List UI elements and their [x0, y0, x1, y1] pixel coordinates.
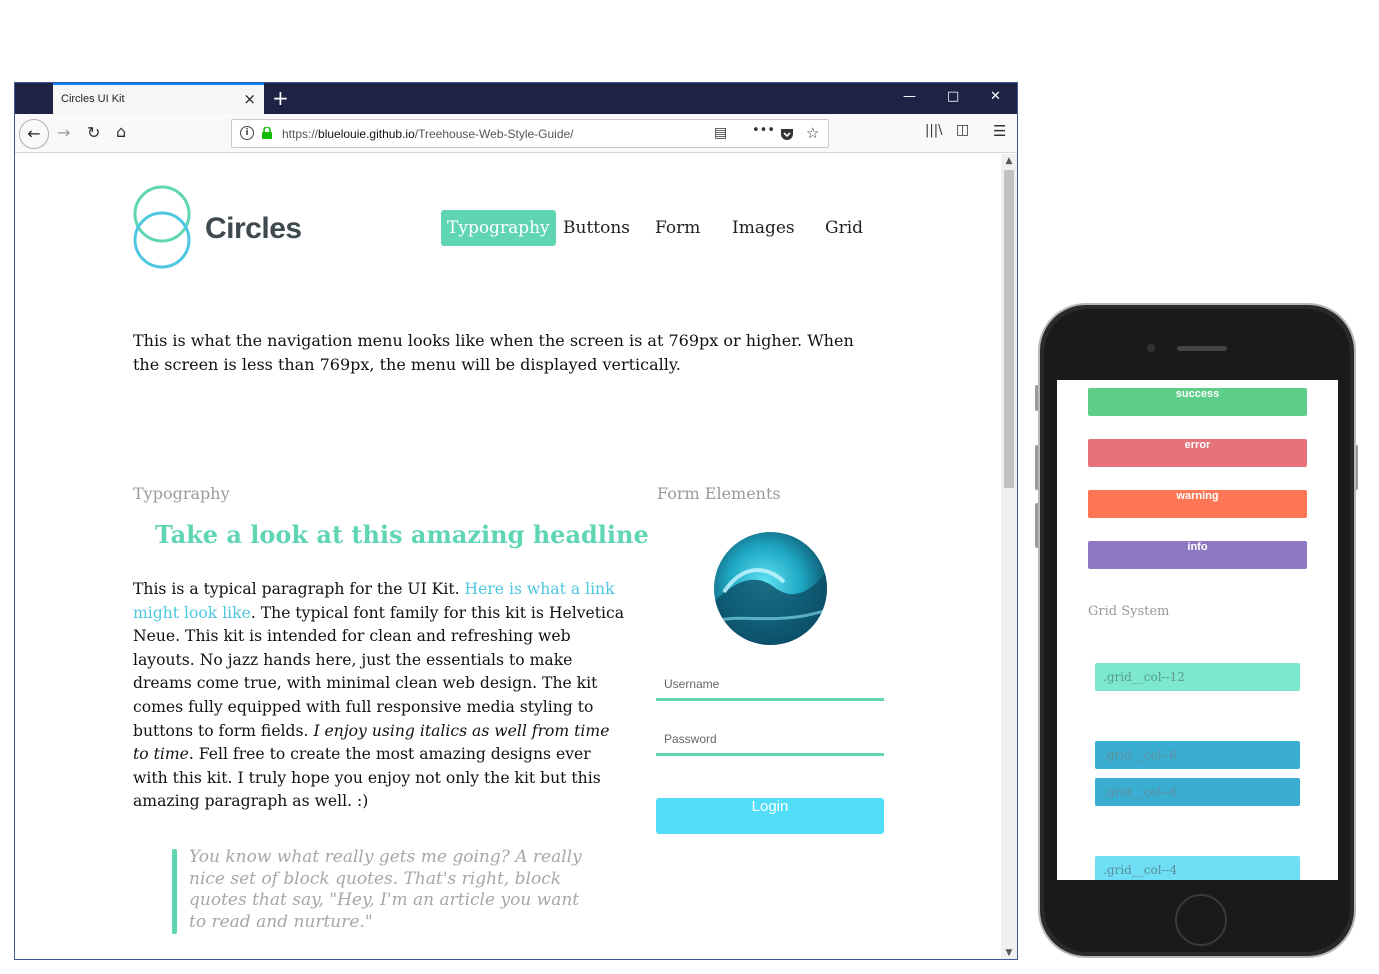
username-field[interactable] [656, 698, 884, 701]
scroll-up-icon[interactable]: ▲ [1001, 156, 1017, 166]
nav-item-images[interactable]: Images [732, 210, 795, 246]
form-section-label: Form Elements [657, 484, 781, 503]
new-tab-icon[interactable]: + [272, 87, 289, 109]
wave-image [714, 532, 827, 645]
url-text: https://bluelouie.github.io/Treehouse-We… [282, 127, 574, 141]
para-text-middle: . The typical font family for this kit i… [133, 603, 625, 740]
info-icon[interactable]: i [240, 126, 254, 140]
alert-error[interactable]: error [1088, 439, 1307, 467]
camera-icon [1147, 344, 1155, 352]
nav-toolbar: ← → ↻ ⌂ i https://bluelouie.github.io/Tr… [15, 114, 1017, 153]
grid-system-label: Grid System [1088, 604, 1170, 619]
body-paragraph: This is a typical paragraph for the UI K… [133, 578, 625, 814]
nav-item-form[interactable]: Form [655, 210, 700, 246]
nav-item-grid[interactable]: Grid [825, 210, 863, 246]
headline: Take a look at this amazing headline [155, 520, 649, 549]
lock-icon [262, 127, 272, 139]
home-button-icon [1175, 894, 1227, 946]
maximize-icon[interactable]: □ [947, 89, 959, 104]
nav-item-typography[interactable]: Typography [441, 210, 556, 246]
grid-col-6-second: .grid__col--6 [1095, 778, 1300, 806]
password-label: Password [664, 732, 717, 746]
bookmark-star-icon[interactable]: ☆ [806, 124, 819, 142]
circles-logo-icon[interactable] [131, 185, 193, 269]
reload-icon[interactable]: ↻ [87, 123, 100, 142]
para-text-end: . Fell free to create the most amazing d… [133, 745, 601, 811]
page-actions-icon[interactable]: ••• [752, 123, 775, 138]
blockquote: You know what really gets me going? A re… [189, 847, 582, 932]
forward-arrow-icon[interactable]: → [57, 123, 70, 142]
scroll-thumb[interactable] [1004, 170, 1014, 488]
url-bar[interactable]: i https://bluelouie.github.io/Treehouse-… [231, 119, 829, 148]
url-prefix: https:// [282, 127, 319, 141]
browser-window: Circles UI Kit × + — □ ✕ ← → ↻ ⌂ i https… [14, 82, 1018, 960]
title-bar: Circles UI Kit × + — □ ✕ [15, 83, 1017, 114]
tab-close-icon[interactable]: × [243, 91, 256, 107]
typography-section-label: Typography [133, 484, 230, 503]
password-field[interactable] [656, 753, 884, 756]
url-domain: bluelouie.github.io [318, 127, 415, 141]
page-viewport: Circles Typography Buttons Form Images G… [15, 154, 1003, 959]
browser-tab[interactable]: Circles UI Kit × [53, 83, 264, 114]
grid-col-6-first: .grid__col--6 [1095, 741, 1300, 769]
sidebar-icon[interactable]: ◫ [956, 122, 969, 138]
login-button[interactable]: Login [656, 798, 884, 834]
close-window-icon[interactable]: ✕ [990, 89, 1001, 104]
back-arrow-icon[interactable]: ← [19, 119, 49, 149]
url-path: /Treehouse-Web-Style-Guide/ [414, 127, 574, 141]
phone-screen: success error warning info Grid System .… [1057, 380, 1338, 880]
tab-title: Circles UI Kit [61, 93, 125, 105]
pocket-icon[interactable] [780, 127, 794, 141]
para-text-start: This is a typical paragraph for the UI K… [133, 580, 465, 598]
nav-item-buttons[interactable]: Buttons [563, 210, 630, 246]
speaker-grille [1177, 346, 1227, 351]
logo-text[interactable]: Circles [205, 212, 302, 246]
alert-success[interactable]: success [1088, 388, 1307, 416]
intro-paragraph: This is what the navigation menu looks l… [133, 331, 854, 374]
library-icon[interactable]: |||\ [925, 123, 943, 138]
grid-col-4: .grid__col--4 [1095, 856, 1300, 880]
home-icon[interactable]: ⌂ [116, 122, 126, 141]
minimize-icon[interactable]: — [903, 89, 916, 104]
username-label: Username [664, 677, 720, 691]
alert-info[interactable]: info [1088, 541, 1307, 569]
page-scrollbar[interactable]: ▲ ▼ [1001, 154, 1017, 959]
blockquote-bar [172, 849, 177, 934]
menu-icon[interactable]: ☰ [993, 122, 1006, 140]
grid-col-12: .grid__col--12 [1095, 663, 1300, 691]
alert-warning[interactable]: warning [1088, 490, 1307, 518]
reader-view-icon[interactable]: ▤ [714, 125, 727, 141]
scroll-down-icon[interactable]: ▼ [1001, 948, 1017, 958]
